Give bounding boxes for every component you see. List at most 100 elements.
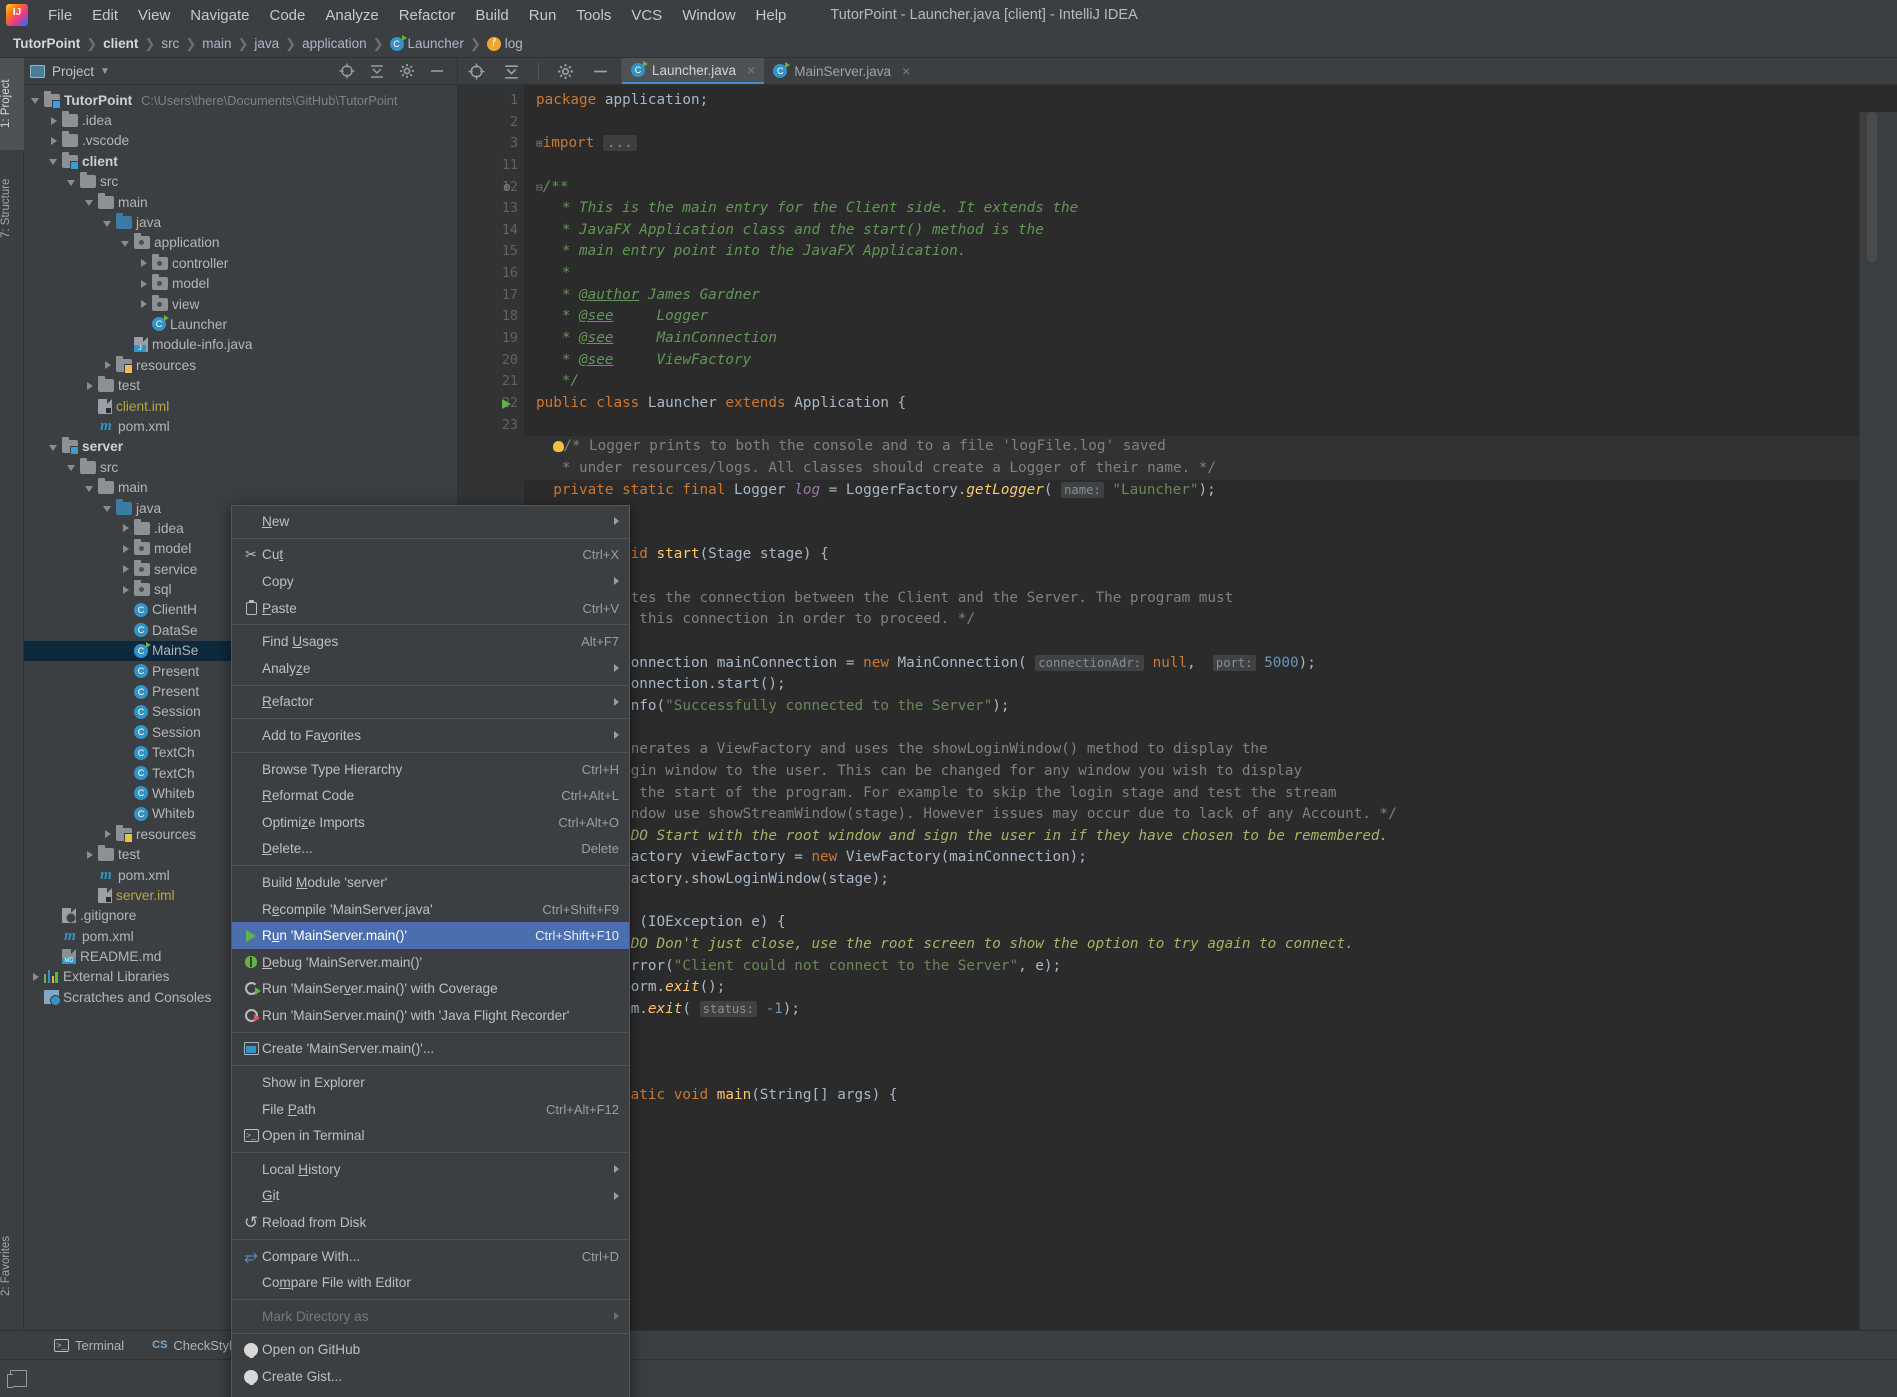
- context-menu-item-compare-with[interactable]: Compare With... Ctrl+D: [232, 1243, 629, 1270]
- tree-expand-arrow[interactable]: [120, 604, 132, 616]
- tree-expand-arrow[interactable]: [84, 869, 96, 881]
- tree-expand-arrow[interactable]: [120, 624, 132, 636]
- tree-row--idea[interactable]: .idea: [24, 110, 457, 130]
- tree-expand-arrow[interactable]: [102, 359, 114, 371]
- tree-expand-arrow[interactable]: [48, 930, 60, 942]
- tree-row-client[interactable]: client: [24, 151, 457, 171]
- tree-expand-arrow[interactable]: [48, 135, 60, 147]
- tree-row-view[interactable]: view: [24, 294, 457, 314]
- breadcrumb-client[interactable]: client: [98, 35, 143, 52]
- tree-expand-arrow[interactable]: [138, 278, 150, 290]
- tree-expand-arrow[interactable]: [138, 318, 150, 330]
- context-menu-item-run-mainserver-main-with-coverage[interactable]: Run 'MainServer.main()' with Coverage: [232, 976, 629, 1003]
- tree-row-main[interactable]: main: [24, 192, 457, 212]
- menu-edit[interactable]: Edit: [82, 3, 128, 28]
- tree-expand-arrow[interactable]: [66, 176, 78, 188]
- context-menu-item-file-path[interactable]: File Path Ctrl+Alt+F12: [232, 1096, 629, 1123]
- context-menu-item-debug-mainserver-main[interactable]: Debug 'MainServer.main()': [232, 949, 629, 976]
- context-menu-item-diagrams[interactable]: Diagrams: [232, 1390, 629, 1397]
- breadcrumb-application[interactable]: application: [297, 35, 372, 52]
- settings-gear-icon[interactable]: [557, 63, 574, 80]
- breadcrumb-main[interactable]: main: [197, 35, 236, 52]
- tree-expand-arrow[interactable]: [120, 686, 132, 698]
- tree-expand-arrow[interactable]: [120, 543, 132, 555]
- context-menu-item-git[interactable]: Git: [232, 1183, 629, 1210]
- tree-expand-arrow[interactable]: [84, 380, 96, 392]
- tab-mainserver-java[interactable]: MainServer.java ×: [764, 58, 919, 84]
- menu-vcs[interactable]: VCS: [621, 3, 672, 28]
- tree-row--vscode[interactable]: .vscode: [24, 131, 457, 151]
- context-menu-item-analyze[interactable]: Analyze: [232, 655, 629, 682]
- sidebar-item-project[interactable]: 1: Project: [0, 58, 24, 150]
- menu-code[interactable]: Code: [259, 3, 315, 28]
- hide-icon[interactable]: [429, 63, 445, 79]
- expand-collapse-icon[interactable]: [503, 63, 520, 80]
- locate-icon[interactable]: [339, 63, 355, 79]
- tree-expand-arrow[interactable]: [84, 849, 96, 861]
- context-menu-item-reload-from-disk[interactable]: Reload from Disk: [232, 1209, 629, 1236]
- tree-expand-arrow[interactable]: [84, 400, 96, 412]
- menu-build[interactable]: Build: [465, 3, 518, 28]
- tree-expand-arrow[interactable]: [120, 645, 132, 657]
- menu-run[interactable]: Run: [519, 3, 567, 28]
- tree-row-application[interactable]: application: [24, 233, 457, 253]
- collapse-all-icon[interactable]: [369, 63, 385, 79]
- locate-target-icon[interactable]: [468, 63, 485, 80]
- tree-row-src[interactable]: src: [24, 457, 457, 477]
- tree-row-java[interactable]: java: [24, 212, 457, 232]
- tree-expand-arrow[interactable]: [120, 665, 132, 677]
- context-menu-item-new[interactable]: New: [232, 508, 629, 535]
- tree-expand-arrow[interactable]: [138, 257, 150, 269]
- tree-expand-arrow[interactable]: [120, 339, 132, 351]
- tree-expand-arrow[interactable]: [120, 563, 132, 575]
- tree-expand-arrow[interactable]: [84, 196, 96, 208]
- context-menu-item-cut[interactable]: Cut Ctrl+X: [232, 542, 629, 569]
- context-menu-item-show-in-explorer[interactable]: Show in Explorer: [232, 1069, 629, 1096]
- tree-expand-arrow[interactable]: [120, 726, 132, 738]
- tree-row-main[interactable]: main: [24, 477, 457, 497]
- tree-expand-arrow[interactable]: [138, 298, 150, 310]
- menu-analyze[interactable]: Analyze: [315, 3, 388, 28]
- tree-row-launcher[interactable]: Launcher: [24, 314, 457, 334]
- context-menu-item-add-to-favorites[interactable]: Add to Favorites: [232, 722, 629, 749]
- menu-window[interactable]: Window: [672, 3, 745, 28]
- context-menu-item-find-usages[interactable]: Find Usages Alt+F7: [232, 628, 629, 655]
- tree-row-module-info-java[interactable]: module-info.java: [24, 335, 457, 355]
- context-menu-item-optimize-imports[interactable]: Optimize Imports Ctrl+Alt+O: [232, 809, 629, 836]
- run-gutter-icon[interactable]: [502, 398, 511, 409]
- context-menu-item-reformat-code[interactable]: Reformat Code Ctrl+Alt+L: [232, 782, 629, 809]
- menu-view[interactable]: View: [128, 3, 180, 28]
- tree-expand-arrow[interactable]: [120, 522, 132, 534]
- tree-row-model[interactable]: model: [24, 274, 457, 294]
- breadcrumb-tutorpoint[interactable]: TutorPoint: [8, 35, 85, 52]
- context-menu-item-open-in-terminal[interactable]: Open in Terminal: [232, 1122, 629, 1149]
- context-menu-item-copy[interactable]: Copy: [232, 568, 629, 595]
- fold-mark[interactable]: ⊜: [500, 177, 514, 199]
- tree-expand-arrow[interactable]: [84, 482, 96, 494]
- tree-expand-arrow[interactable]: [48, 115, 60, 127]
- sidebar-item-structure[interactable]: 7: Structure: [0, 156, 24, 260]
- tree-expand-arrow[interactable]: [84, 420, 96, 432]
- tree-row-src[interactable]: src: [24, 172, 457, 192]
- tree-expand-arrow[interactable]: [102, 502, 114, 514]
- context-menu-item-create-mainserver-main[interactable]: Create 'MainServer.main()'...: [232, 1036, 629, 1063]
- tree-expand-arrow[interactable]: [48, 441, 60, 453]
- tree-expand-arrow[interactable]: [30, 94, 42, 106]
- sidebar-item-favorites[interactable]: 2: Favorites: [0, 1212, 24, 1320]
- tree-expand-arrow[interactable]: [120, 767, 132, 779]
- context-menu-item-delete[interactable]: Delete... Delete: [232, 836, 629, 863]
- tree-row-server[interactable]: server: [24, 437, 457, 457]
- context-menu-item-compare-file-with-editor[interactable]: Compare File with Editor: [232, 1269, 629, 1296]
- tree-expand-arrow[interactable]: [30, 971, 42, 983]
- context-menu-item-recompile-mainserver-java[interactable]: Recompile 'MainServer.java' Ctrl+Shift+F9: [232, 896, 629, 923]
- tree-expand-arrow[interactable]: [48, 951, 60, 963]
- context-menu-item-browse-type-hierarchy[interactable]: Browse Type Hierarchy Ctrl+H: [232, 756, 629, 783]
- tree-expand-arrow[interactable]: [120, 747, 132, 759]
- menu-help[interactable]: Help: [746, 3, 797, 28]
- context-menu-item-open-on-github[interactable]: Open on GitHub: [232, 1337, 629, 1364]
- tab-launcher-java[interactable]: Launcher.java ×: [622, 58, 765, 84]
- tree-expand-arrow[interactable]: [120, 787, 132, 799]
- tree-expand-arrow[interactable]: [102, 828, 114, 840]
- tree-expand-arrow[interactable]: [120, 584, 132, 596]
- context-menu-item-paste[interactable]: Paste Ctrl+V: [232, 595, 629, 622]
